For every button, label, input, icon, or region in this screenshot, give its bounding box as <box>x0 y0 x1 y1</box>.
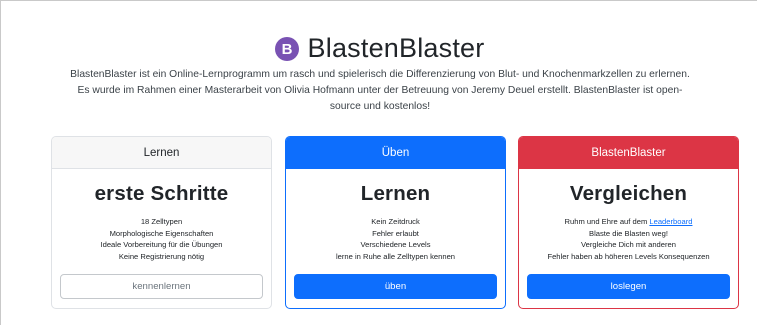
list-item: lerne in Ruhe alle Zelltypen kennen <box>335 251 456 261</box>
list-item: Fehler haben ab höheren Levels Konsequen… <box>547 251 710 261</box>
intro-text: BlastenBlaster ist ein Online-Lernprogra… <box>70 69 690 112</box>
page-frame: B BlastenBlaster BlastenBlaster ist ein … <box>0 0 757 325</box>
card-lernen: Lernen erste Schritte 18 Zelltypen Morph… <box>51 136 272 309</box>
page-header: B BlastenBlaster <box>1 31 757 65</box>
leaderboard-link[interactable]: Leaderboard <box>649 217 692 226</box>
card-header: Lernen <box>52 137 271 169</box>
list-item: Fehler erlaubt <box>372 228 419 238</box>
page-title: BlastenBlaster <box>307 33 485 63</box>
loslegen-button[interactable]: loslegen <box>527 274 730 299</box>
feature-list: Ruhm und Ehre auf dem Leaderboard Blaste… <box>519 216 738 262</box>
list-item: Verschiedene Levels <box>360 240 431 249</box>
svg-text:B: B <box>281 41 292 58</box>
list-item: Blaste die Blasten weg! <box>589 228 668 238</box>
card-title: erste Schritte <box>94 182 229 205</box>
ueben-button[interactable]: üben <box>294 274 497 299</box>
kennenlernen-button[interactable]: kennenlernen <box>60 274 263 299</box>
list-item: Morphologische Eigenschaften <box>109 228 214 238</box>
card-title: Vergleichen <box>569 182 688 205</box>
list-item: Kein Zeitdruck <box>371 217 420 226</box>
feature-list: Kein Zeitdruck Fehler erlaubt Verschiede… <box>286 216 505 262</box>
card-ueben: Üben Lernen Kein Zeitdruck Fehler erlaub… <box>285 136 506 309</box>
list-item: 18 Zelltypen <box>140 217 183 226</box>
list-item: Ruhm und Ehre auf dem Leaderboard <box>519 216 738 228</box>
list-item: Vergleiche Dich mit anderen <box>581 240 676 249</box>
feature-text: Ruhm und Ehre auf dem <box>564 217 650 226</box>
card-header: BlastenBlaster <box>519 137 738 169</box>
card-title: Lernen <box>360 182 431 205</box>
card-blastenblaster: BlastenBlaster Vergleichen Ruhm und Ehre… <box>518 136 739 309</box>
list-item: Keine Registrierung nötig <box>118 251 205 261</box>
bootstrap-b-icon: B <box>274 37 299 61</box>
feature-list: 18 Zelltypen Morphologische Eigenschafte… <box>52 216 271 262</box>
list-item: Ideale Vorbereitung für die Übungen <box>100 240 223 249</box>
card-header: Üben <box>286 137 505 169</box>
